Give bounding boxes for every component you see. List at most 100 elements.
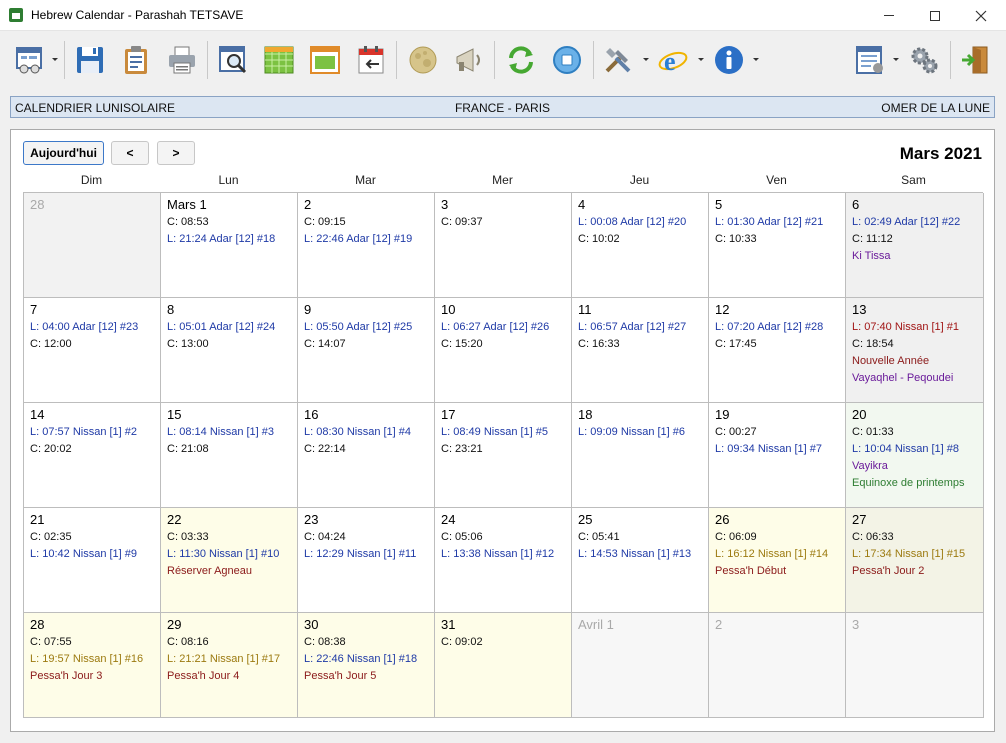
view-dropdown-icon[interactable] bbox=[52, 58, 58, 61]
day-cell[interactable]: 12 L: 07:20 Adar [12] #28 C: 17:45 bbox=[709, 298, 846, 403]
day-cell[interactable]: 24 C: 05:06 L: 13:38 Nissan [1] #12 bbox=[435, 508, 572, 613]
gears-icon bbox=[911, 47, 938, 74]
day-entry: Ki Tissa bbox=[852, 250, 891, 262]
toolbar-separator bbox=[396, 41, 397, 79]
day-cell[interactable]: 28 bbox=[24, 193, 161, 298]
exit-icon bbox=[962, 46, 988, 74]
day-cell[interactable]: 29 C: 08:16 L: 21:21 Nissan [1] #17 Pessa'h… bbox=[161, 613, 298, 718]
tools-dropdown-icon[interactable] bbox=[643, 58, 649, 61]
month-title: Mars 2021 bbox=[899, 144, 982, 163]
search-calendar-button[interactable] bbox=[213, 41, 253, 79]
omer-label: OMER DE LA LUNE bbox=[881, 101, 990, 115]
day-cell[interactable]: 5 L: 01:30 Adar [12] #21 C: 10:33 bbox=[709, 193, 846, 298]
day-cell[interactable]: 3 bbox=[846, 613, 984, 718]
day-number: 22 bbox=[167, 512, 182, 527]
moon-button[interactable] bbox=[403, 41, 443, 79]
day-cell[interactable]: 27 C: 06:33 L: 17:34 Nissan [1] #15 Pessa'h… bbox=[846, 508, 984, 613]
previous-month-button[interactable]: < bbox=[111, 141, 149, 165]
internet-button[interactable]: e bbox=[653, 41, 693, 79]
calendar-type-label: CALENDRIER LUNISOLAIRE bbox=[15, 101, 176, 115]
day-number: 31 bbox=[441, 617, 456, 632]
day-entry: C: 12:00 bbox=[30, 338, 72, 350]
day-number: 23 bbox=[304, 512, 319, 527]
day-cell[interactable]: 10 L: 06:27 Adar [12] #26 C: 15:20 bbox=[435, 298, 572, 403]
day-entry: L: 08:49 Nissan [1] #5 bbox=[441, 426, 549, 438]
list-settings-dropdown-icon[interactable] bbox=[893, 58, 899, 61]
announce-button[interactable] bbox=[449, 41, 489, 79]
day-entry: Pessa'h Jour 4 bbox=[167, 670, 240, 682]
info-button[interactable] bbox=[709, 41, 749, 79]
day-cell[interactable]: 2 bbox=[709, 613, 846, 718]
day-entry: C: 21:08 bbox=[167, 443, 209, 455]
day-entry: C: 14:07 bbox=[304, 338, 346, 350]
title-bar: Hebrew Calendar - Parashah TETSAVE bbox=[0, 0, 1006, 31]
view-button[interactable] bbox=[10, 41, 50, 79]
tools-button[interactable] bbox=[598, 41, 638, 79]
import-calendar-button[interactable] bbox=[351, 41, 391, 79]
info-dropdown-icon[interactable] bbox=[753, 58, 759, 61]
day-cell[interactable]: 25 C: 05:41 L: 14:53 Nissan [1] #13 bbox=[572, 508, 709, 613]
day-cell[interactable]: 22 C: 03:33 L: 11:30 Nissan [1] #10 Réserve… bbox=[161, 508, 298, 613]
day-entry: L: 10:04 Nissan [1] #8 bbox=[852, 443, 960, 455]
close-icon bbox=[975, 10, 987, 21]
clipboard-button[interactable] bbox=[116, 41, 156, 79]
day-entry: L: 09:09 Nissan [1] #6 bbox=[578, 426, 686, 438]
close-button[interactable] bbox=[958, 0, 1004, 31]
day-number: 15 bbox=[167, 407, 182, 422]
day-cell[interactable]: 4 L: 00:08 Adar [12] #20 C: 10:02 bbox=[572, 193, 709, 298]
day-cell[interactable]: Avril 1 bbox=[572, 613, 709, 718]
day-cell[interactable]: 7 L: 04:00 Adar [12] #23 C: 12:00 bbox=[24, 298, 161, 403]
day-cell[interactable]: 15 L: 08:14 Nissan [1] #3 C: 21:08 bbox=[161, 403, 298, 508]
day-cell[interactable]: 16 L: 08:30 Nissan [1] #4 C: 22:14 bbox=[298, 403, 435, 508]
day-number: 29 bbox=[167, 617, 182, 632]
day-cell[interactable]: 11 L: 06:57 Adar [12] #27 C: 16:33 bbox=[572, 298, 709, 403]
day-number: 4 bbox=[578, 197, 586, 212]
day-entry: L: 05:01 Adar [12] #24 bbox=[167, 321, 276, 333]
day-cell[interactable]: 19 C: 00:27 L: 09:34 Nissan [1] #7 bbox=[709, 403, 846, 508]
day-cell[interactable]: 6 L: 02:49 Adar [12] #22 C: 11:12 Ki Tissa bbox=[846, 193, 984, 298]
day-entry: Vayaqhel - Peqoudei bbox=[852, 372, 954, 384]
next-month-button[interactable]: > bbox=[157, 141, 195, 165]
day-cell[interactable]: 30 C: 08:38 L: 22:46 Nissan [1] #18 Pessa'h… bbox=[298, 613, 435, 718]
sync-button[interactable] bbox=[501, 41, 541, 79]
day-cell[interactable]: 26 C: 06:09 L: 16:12 Nissan [1] #14 Pessa'h… bbox=[709, 508, 846, 613]
save-button[interactable] bbox=[70, 41, 110, 79]
month-view-button[interactable] bbox=[259, 41, 299, 79]
stop-button[interactable] bbox=[547, 41, 587, 79]
day-entry: C: 06:09 bbox=[715, 531, 757, 543]
settings-button[interactable] bbox=[904, 41, 944, 79]
day-entry: C: 05:06 bbox=[441, 531, 483, 543]
day-cell[interactable]: 28 C: 07:55 L: 19:57 Nissan [1] #16 Pessa'h… bbox=[24, 613, 161, 718]
day-cell[interactable]: 23 C: 04:24 L: 12:29 Nissan [1] #11 bbox=[298, 508, 435, 613]
day-cell[interactable]: 13 L: 07:40 Nissan [1] #1 C: 18:54 Nouvelle… bbox=[846, 298, 984, 403]
day-cell[interactable]: 31 C: 09:02 bbox=[435, 613, 572, 718]
day-entry: C: 00:27 bbox=[715, 426, 757, 438]
day-entry: C: 08:38 bbox=[304, 636, 346, 648]
day-cell[interactable]: 20 C: 01:33 L: 10:04 Nissan [1] #8 Vayikra E… bbox=[846, 403, 984, 508]
exit-button[interactable] bbox=[955, 41, 995, 79]
toolbar-separator bbox=[494, 41, 495, 79]
minimize-button[interactable] bbox=[866, 0, 912, 31]
day-cell[interactable]: 17 L: 08:49 Nissan [1] #5 C: 23:21 bbox=[435, 403, 572, 508]
print-button[interactable] bbox=[162, 41, 202, 79]
list-settings-button[interactable] bbox=[850, 41, 890, 79]
today-button[interactable]: Aujourd'hui bbox=[23, 141, 104, 165]
toolbar-separator bbox=[950, 41, 951, 79]
internet-dropdown-icon[interactable] bbox=[698, 58, 704, 61]
day-entry: L: 22:46 Nissan [1] #18 bbox=[304, 653, 418, 665]
day-cell[interactable]: 8 L: 05:01 Adar [12] #24 C: 13:00 bbox=[161, 298, 298, 403]
day-entry: L: 14:53 Nissan [1] #13 bbox=[578, 548, 692, 560]
day-cell[interactable]: 14 L: 07:57 Nissan [1] #2 C: 20:02 bbox=[24, 403, 161, 508]
day-cell[interactable]: 21 C: 02:35 L: 10:42 Nissan [1] #9 bbox=[24, 508, 161, 613]
week-view-button[interactable] bbox=[305, 41, 345, 79]
day-cell[interactable]: 18 L: 09:09 Nissan [1] #6 bbox=[572, 403, 709, 508]
window-title: Hebrew Calendar - Parashah TETSAVE bbox=[31, 8, 244, 22]
maximize-button[interactable] bbox=[912, 0, 958, 31]
day-cell[interactable]: 2 C: 09:15 L: 22:46 Adar [12] #19 bbox=[298, 193, 435, 298]
toolbar-separator bbox=[207, 41, 208, 79]
clipboard-icon bbox=[125, 46, 147, 74]
day-cell[interactable]: Mars 1 C: 08:53 L: 21:24 Adar [12] #18 bbox=[161, 193, 298, 298]
week-view-icon bbox=[310, 46, 340, 74]
day-cell[interactable]: 3 C: 09:37 bbox=[435, 193, 572, 298]
day-cell[interactable]: 9 L: 05:50 Adar [12] #25 C: 14:07 bbox=[298, 298, 435, 403]
